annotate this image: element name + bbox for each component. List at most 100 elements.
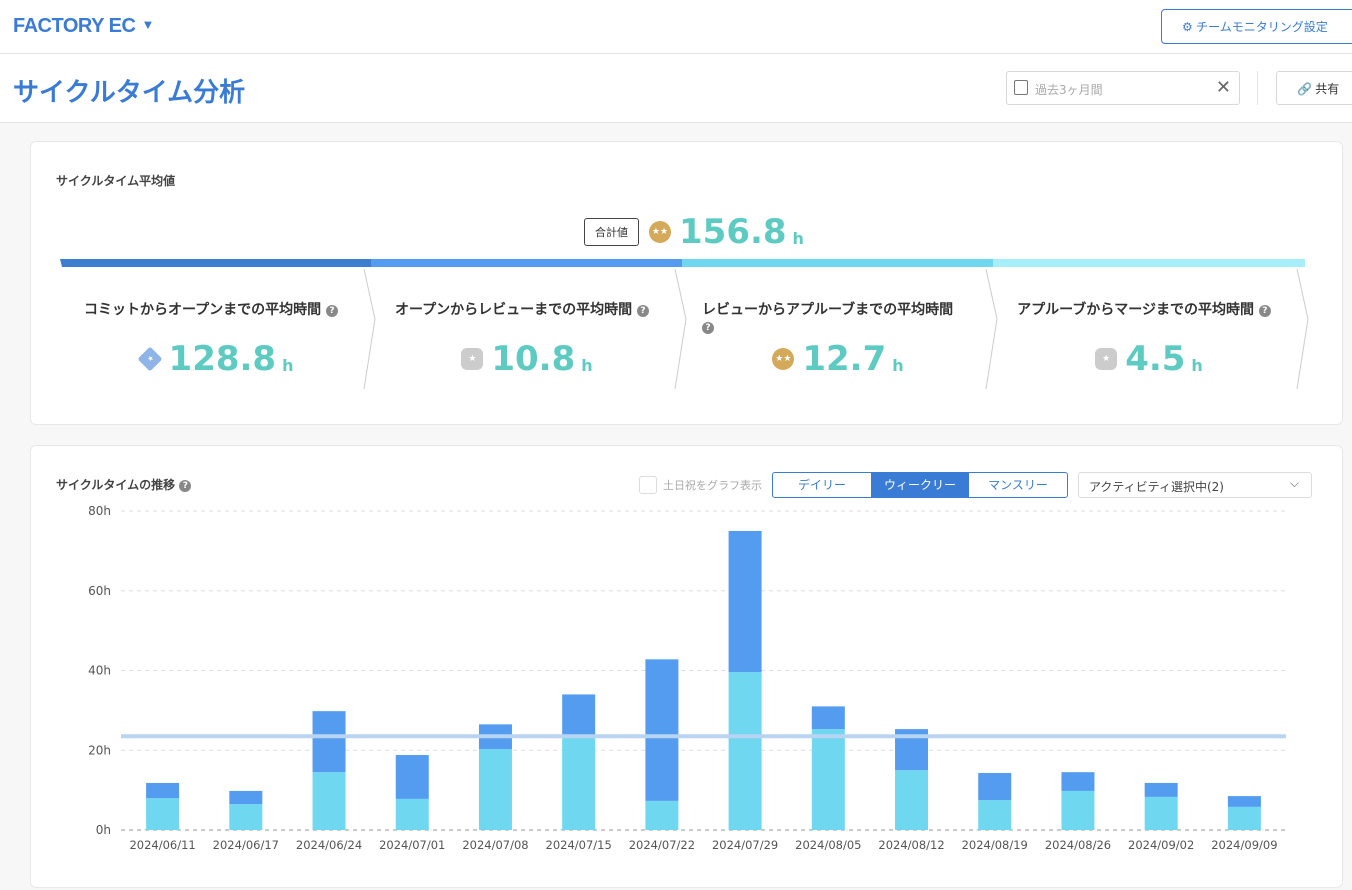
stage-4: アプルーブからマージまでの平均時間 ? ★ 4.5 h [993,259,1309,389]
stage-label-text: レビューからアプルーブまでの平均時間 [702,302,954,318]
x-tick-label: 2024/07/01 [379,838,445,852]
y-tick-label: 40h [88,664,111,678]
date-range-value: 過去3ヶ月間 [1035,83,1103,97]
team-monitoring-settings-button[interactable]: ⚙ チームモニタリング設定 [1161,9,1352,44]
stage-unit: h [892,356,904,375]
y-tick-label: 0h [96,823,111,837]
x-tick-label: 2024/08/19 [962,838,1028,852]
stage-color-bar [60,259,372,267]
x-tick-label: 2024/09/09 [1211,838,1277,852]
stage-number: 4.5 [1125,339,1186,379]
share-button[interactable]: 🔗 共有 [1276,71,1352,105]
bar-segment [1061,790,1095,830]
bar-segment [1227,796,1261,807]
stage-number: 128.8 [168,339,277,379]
stage-label: オープンからレビューまでの平均時間 ? [391,299,653,319]
stage-value: ★ 128.8 h [60,339,372,379]
stage-2: オープンからレビューまでの平均時間 ? ★ 10.8 h [371,259,687,389]
stage-color-bar [371,259,683,267]
x-tick-label: 2024/07/15 [546,838,612,852]
gold-medal-icon: ★★ [772,348,795,370]
x-tick-label: 2024/07/08 [462,838,528,852]
bar-segment [1061,772,1095,791]
total-badge: 合計値 [584,218,639,246]
hexagon-stars-icon: ★ [461,348,484,370]
stage-unit: h [1191,356,1203,375]
stage-value: ★ 4.5 h [993,339,1305,379]
total-number: 156.8 [679,212,787,252]
date-range-input[interactable]: 過去3ヶ月間 ✕ [1006,71,1240,105]
stage-color-bar [682,259,994,267]
bar-segment [645,659,679,801]
stage-number: 10.8 [491,339,576,379]
bar-segment [728,530,762,673]
x-tick-label: 2024/08/26 [1045,838,1111,852]
x-tick-label: 2024/08/05 [795,838,861,852]
bar-segment [1144,796,1178,830]
help-icon[interactable]: ? [702,322,714,334]
bar-segment [229,804,263,830]
y-tick-label: 20h [88,743,111,757]
bar-segment [811,706,845,730]
x-tick-label: 2024/06/17 [213,838,279,852]
bar-segment [395,755,429,799]
bar-segment [146,782,180,799]
stage-1: コミットからオープンまでの平均時間 ? ★ 128.8 h [60,259,376,389]
bar-segment [478,749,512,830]
stage-label-text: コミットからオープンまでの平均時間 [83,302,322,318]
help-icon[interactable]: ? [1258,305,1271,317]
stage-label: コミットからオープンまでの平均時間 ? [80,299,342,319]
trend-card: サイクルタイムの推移 ? 土日祝をグラフ表示 デイリー ウィークリー マンスリー… [30,445,1343,888]
stage-label: レビューからアプルーブまでの平均時間 ? [702,299,964,335]
bar-segment [728,672,762,830]
bar-segment [1227,806,1261,830]
calendar-icon [1014,80,1028,95]
caret-down-icon: ▼ [141,17,154,32]
hexagon-stars-icon: ★ [1095,348,1118,370]
bar-segment [811,729,845,830]
stage-value: ★★ 12.7 h [682,339,994,379]
bar-segment [645,800,679,830]
y-tick-label: 60h [88,584,111,598]
workspace-selector[interactable]: FACTORY EC ▼ [13,15,154,38]
x-tick-label: 2024/07/22 [629,838,695,852]
chevron-divider [1296,269,1309,389]
diamond-star-icon: ★ [137,346,162,372]
stage-3: レビューからアプルーブまでの平均時間 ? ★★ 12.7 h [682,259,998,389]
bar-segment [895,770,929,830]
summary-card: サイクルタイム平均値 合計値 ★★ 156.8 h コミットからオープンまでの平… [30,141,1343,425]
summary-title: サイクルタイム平均値 [56,174,176,188]
page-header: サイクルタイム分析 過去3ヶ月間 ✕ 🔗 共有 [0,54,1352,123]
bar-segment [312,711,346,773]
brand-label: FACTORY EC [13,15,136,37]
stage-label-text: アプルーブからマージまでの平均時間 [1017,302,1254,318]
stage-color-bar [993,259,1305,267]
x-tick-label: 2024/06/11 [129,838,195,852]
page-title: サイクルタイム分析 [13,78,246,108]
divider [1257,71,1258,105]
help-icon[interactable]: ? [326,305,339,317]
y-tick-label: 80h [88,504,111,518]
bar-segment [978,800,1012,830]
stage-unit: h [581,356,593,375]
bar-segment [229,790,263,805]
total-value: 合計値 ★★ 156.8 h [584,212,804,252]
bar-segment [978,772,1012,801]
stage-unit: h [282,356,294,375]
bar-segment [562,737,596,830]
x-tick-label: 2024/06/24 [296,838,362,852]
bar-segment [146,798,180,830]
x-tick-label: 2024/09/02 [1128,838,1194,852]
stage-label: アプルーブからマージまでの平均時間 ? [1013,299,1275,319]
stage-value: ★ 10.8 h [371,339,683,379]
x-tick-label: 2024/08/12 [878,838,944,852]
x-tick-label: 2024/07/29 [712,838,778,852]
clear-icon[interactable]: ✕ [1216,77,1231,98]
top-bar: FACTORY EC ▼ ⚙ チームモニタリング設定 [0,0,1352,54]
help-icon[interactable]: ? [637,305,650,317]
bar-segment [395,798,429,830]
stage-number: 12.7 [802,339,887,379]
bar-segment [312,772,346,830]
bar-segment [1144,782,1178,797]
cycle-time-chart: 0h 20h 40h 60h 80h 2024/06/11 2024/06/17 2024/0… [88,504,1286,852]
